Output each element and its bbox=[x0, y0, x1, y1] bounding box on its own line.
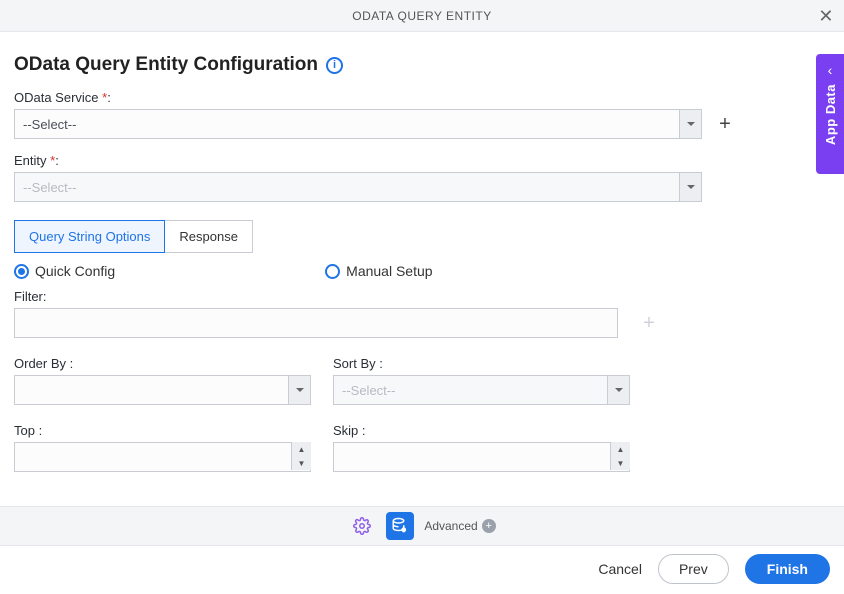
app-data-side-tab[interactable]: ‹ App Data bbox=[816, 54, 844, 174]
sort-by-label: Sort By : bbox=[333, 356, 630, 371]
top-stepper[interactable]: ▲ ▼ bbox=[291, 442, 311, 470]
chevron-down-icon[interactable]: ▼ bbox=[292, 456, 311, 470]
tabs: Query String Options Response bbox=[14, 220, 830, 253]
prev-button[interactable]: Prev bbox=[658, 554, 729, 584]
entity-select[interactable]: --Select-- bbox=[14, 172, 702, 202]
odata-service-label: OData Service *: bbox=[14, 90, 830, 105]
tab-query-string-options[interactable]: Query String Options bbox=[14, 220, 165, 253]
radio-dot-icon bbox=[325, 264, 340, 279]
page-title: OData Query Entity Configuration i bbox=[14, 54, 830, 76]
side-tab-label: App Data bbox=[823, 84, 838, 145]
skip-stepper[interactable]: ▲ ▼ bbox=[610, 442, 630, 470]
finish-button[interactable]: Finish bbox=[745, 554, 830, 584]
sort-by-select[interactable]: --Select-- bbox=[333, 375, 630, 405]
order-by-select[interactable] bbox=[14, 375, 311, 405]
chevron-left-icon: ‹ bbox=[828, 62, 833, 78]
plus-circle-icon: + bbox=[482, 519, 496, 533]
chevron-down-icon[interactable]: ▼ bbox=[611, 456, 630, 470]
top-label: Top : bbox=[14, 423, 311, 438]
footer-buttons: Cancel Prev Finish bbox=[598, 554, 830, 584]
top-input[interactable] bbox=[14, 442, 311, 472]
entity-label: Entity *: bbox=[14, 153, 830, 168]
add-odata-service-button[interactable]: + bbox=[712, 111, 738, 137]
order-by-label: Order By : bbox=[14, 356, 311, 371]
chevron-down-icon bbox=[607, 376, 629, 404]
filter-label: Filter: bbox=[14, 289, 830, 304]
dialog-title: ODATA QUERY ENTITY bbox=[352, 9, 491, 23]
radio-dot-icon bbox=[14, 264, 29, 279]
radio-quick-config[interactable]: Quick Config bbox=[14, 263, 115, 279]
titlebar: ODATA QUERY ENTITY ✕ bbox=[0, 0, 844, 32]
add-filter-button[interactable]: + bbox=[636, 310, 662, 336]
chevron-up-icon[interactable]: ▲ bbox=[611, 442, 630, 456]
gear-icon[interactable] bbox=[348, 512, 376, 540]
advanced-toggle[interactable]: Advanced + bbox=[424, 519, 495, 533]
page-heading-text: OData Query Entity Configuration bbox=[14, 54, 318, 76]
filter-input[interactable] bbox=[14, 308, 618, 338]
chevron-down-icon bbox=[288, 376, 310, 404]
svg-text:?: ? bbox=[403, 528, 405, 532]
skip-label: Skip : bbox=[333, 423, 630, 438]
database-query-icon[interactable]: ? bbox=[386, 512, 414, 540]
chevron-up-icon[interactable]: ▲ bbox=[292, 442, 311, 456]
bottom-toolbar: ? Advanced + bbox=[0, 506, 844, 546]
odata-service-select[interactable]: --Select-- bbox=[14, 109, 702, 139]
chevron-down-icon bbox=[679, 173, 701, 201]
close-icon[interactable]: ✕ bbox=[818, 6, 834, 27]
skip-input[interactable] bbox=[333, 442, 630, 472]
radio-manual-setup[interactable]: Manual Setup bbox=[325, 263, 432, 279]
chevron-down-icon bbox=[679, 110, 701, 138]
info-icon[interactable]: i bbox=[326, 57, 343, 74]
cancel-button[interactable]: Cancel bbox=[598, 561, 642, 577]
tab-response[interactable]: Response bbox=[165, 220, 253, 253]
content-area: OData Query Entity Configuration i OData… bbox=[0, 32, 844, 472]
